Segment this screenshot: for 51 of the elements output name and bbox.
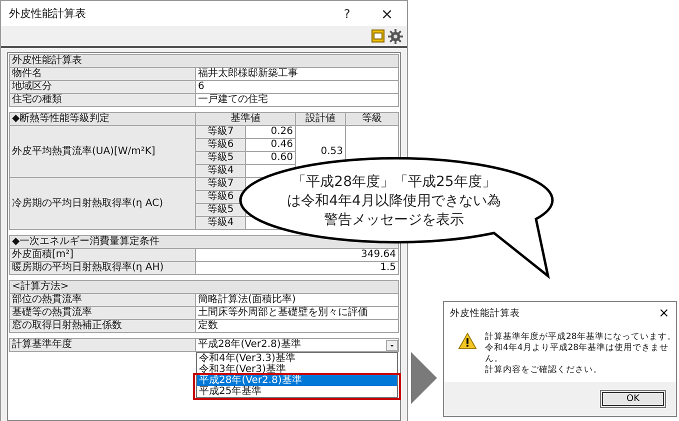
standard-dropdown[interactable]: 平成28年(Ver2.8)基準 [196, 339, 398, 351]
row-label: 計算基準年度 [10, 338, 196, 352]
table-title: 外皮性能計算表 [10, 54, 398, 68]
grade-label: 等級4 [196, 216, 246, 230]
row-value: 6 [196, 80, 398, 94]
row-value: 土間床等外周部と基礎壁を別々に評価 [196, 306, 398, 320]
row-label: 基礎等の熱貫流率 [10, 306, 196, 320]
row-value: 1.5 [196, 262, 398, 274]
row-value: 福井太郎様邸新築工事 [196, 68, 398, 80]
row-value: 一戸建ての住宅 [196, 94, 398, 106]
dropdown-option[interactable]: 平成25年基準 [197, 386, 397, 397]
row-label: 冷房期の平均日射熱取得率(η AC) [10, 178, 196, 230]
help-button[interactable]: ? [327, 6, 367, 20]
grade-label: 等級6 [196, 138, 246, 152]
row-label: 住宅の種類 [10, 94, 196, 106]
column-header: 等級 [346, 112, 398, 126]
standard-value: 0.26 [246, 126, 296, 138]
grade-label: 等級7 [196, 178, 246, 190]
window-title: 外皮性能計算表 [9, 6, 87, 21]
ok-button[interactable]: OK [600, 390, 666, 408]
column-header: 基準値 [196, 112, 296, 126]
grade-label: 等級7 [196, 126, 246, 138]
row-label: 物件名 [10, 68, 196, 80]
column-header: 設計値 [296, 112, 346, 126]
close-button[interactable]: × [367, 4, 407, 22]
grade-label: 等級4 [196, 164, 246, 178]
row-value: 349.64 [196, 248, 398, 262]
row-label: 窓の取得日射熱補正係数 [10, 320, 196, 332]
section-heading: ◆断熱等性能等級判定 [10, 112, 196, 126]
row-label: 外皮面積[m²] [10, 248, 196, 262]
row-value: 簡略計算法(面積比率) [196, 294, 398, 306]
row-value: 定数 [196, 320, 398, 332]
settings-icon[interactable] [388, 28, 403, 44]
dialog-title: 外皮性能計算表 [450, 306, 521, 320]
document-icon[interactable] [371, 29, 385, 43]
standard-value: 0.46 [246, 138, 296, 152]
grade-label: 等級5 [196, 152, 246, 164]
dropdown-option[interactable]: 令和4年(Ver3.3)基準 [197, 353, 397, 364]
close-button[interactable]: × [652, 306, 676, 320]
warning-icon [458, 332, 477, 350]
dropdown-option[interactable]: 平成28年(Ver2.8)基準 [197, 375, 397, 386]
caret-icon[interactable] [386, 340, 398, 350]
dropdown-option[interactable]: 令和3年(Ver3)基準 [197, 364, 397, 375]
row-label: 部位の熱貫流率 [10, 294, 196, 306]
section-heading: <計算方法> [10, 280, 398, 294]
row-label: 暖房期の平均日射熱取得率(η AH) [10, 262, 196, 274]
warning-message: 計算基準年度が平成28年基準になっています。 令和4年4月より平成28年基準は使用できません。 計算内容をご確認ください。 [484, 332, 676, 376]
standard-value: 0.60 [246, 152, 296, 164]
right-arrow-icon [411, 352, 437, 404]
row-label: 外皮平均熱貫流率(UA)[W/m²K] [10, 126, 196, 178]
row-label: 地域区分 [10, 80, 196, 94]
